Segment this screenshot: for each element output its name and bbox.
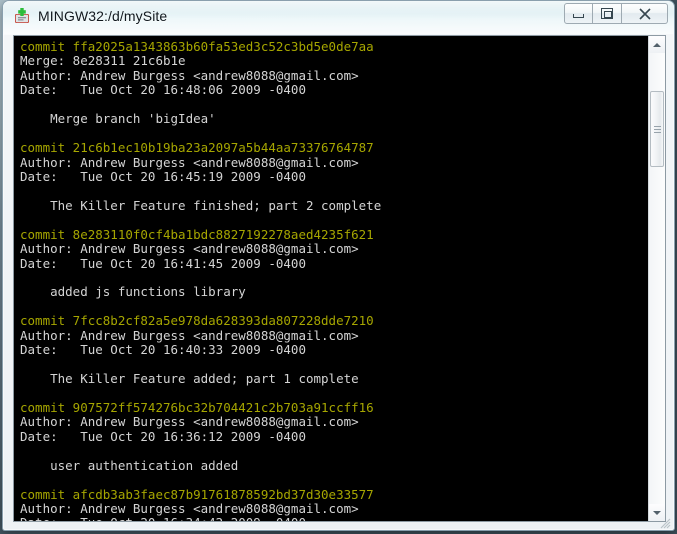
terminal-line: Merge: 8e28311 21c6b1e [20, 53, 186, 69]
scroll-thumb-grip [653, 124, 661, 135]
terminal-line: The Killer Feature added; part 1 complet… [20, 371, 359, 387]
scroll-thumb[interactable] [650, 91, 664, 167]
minimize-button[interactable] [564, 3, 593, 24]
window-frame: MINGW32:/d/mySite commit ffa2025a1343863… [2, 0, 675, 531]
terminal-line: Author: Andrew Burgess <andrew8088@gmail… [20, 67, 359, 83]
terminal-line: Date: Tue Oct 20 16:48:06 2009 -0400 [20, 82, 306, 98]
maximize-icon [593, 4, 621, 23]
terminal-line: Author: Andrew Burgess <andrew8088@gmail… [20, 154, 359, 170]
terminal-line: commit 907572ff574276bc32b704421c2b703a9… [20, 399, 374, 415]
terminal-line: commit afcdb3ab3faec87b91761878592bd37d3… [20, 486, 374, 502]
terminal-line: commit ffa2025a1343863b60fa53ed3c52c3bd5… [20, 39, 374, 54]
terminal-window: MINGW32:/d/mySite commit ffa2025a1343863… [0, 0, 677, 534]
terminal-line: Author: Andrew Burgess <andrew8088@gmail… [20, 414, 359, 430]
title-bar[interactable]: MINGW32:/d/mySite [3, 1, 674, 34]
git-bash-icon [12, 7, 32, 27]
resize-grip[interactable] [659, 516, 671, 529]
terminal-line: Author: Andrew Burgess <andrew8088@gmail… [20, 241, 359, 257]
terminal-line: user authentication added [20, 457, 239, 473]
close-button[interactable] [622, 3, 668, 24]
close-icon [622, 4, 667, 23]
terminal-line: commit 21c6b1ec10b19ba23a2097a5b44aa7337… [20, 140, 374, 156]
terminal-line: The Killer Feature finished; part 2 comp… [20, 197, 382, 213]
terminal-line: Merge branch 'bigIdea' [20, 111, 216, 127]
scroll-down-icon [653, 510, 661, 515]
maximize-button[interactable] [593, 3, 622, 24]
terminal-line: added js functions library [20, 284, 246, 300]
terminal-line: commit 7fcc8b2cf82a5e978da628393da807228… [20, 313, 374, 329]
terminal-line: Author: Andrew Burgess <andrew8088@gmail… [20, 501, 359, 516]
scroll-up-arrow[interactable] [649, 36, 665, 53]
window-title: MINGW32:/d/mySite [38, 8, 168, 24]
terminal-line: Date: Tue Oct 20 16:36:12 2009 -0400 [20, 428, 306, 444]
terminal-line: commit 8e283110f0cf4ba1bdc8827192278aed4… [20, 226, 374, 242]
terminal-output[interactable]: commit ffa2025a1343863b60fa53ed3c52c3bd5… [14, 36, 650, 521]
terminal-line: Date: Tue Oct 20 16:40:33 2009 -0400 [20, 342, 306, 358]
vertical-scrollbar[interactable] [648, 36, 665, 521]
terminal-line: Date: Tue Oct 20 16:45:19 2009 -0400 [20, 168, 306, 184]
terminal-line: Date: Tue Oct 20 16:41:45 2009 -0400 [20, 255, 306, 271]
terminal-line: Date: Tue Oct 20 16:34:42 2009 -0400 [20, 515, 650, 521]
console-container: commit ffa2025a1343863b60fa53ed3c52c3bd5… [13, 35, 666, 522]
scroll-up-icon [653, 42, 661, 47]
window-controls [564, 3, 668, 24]
minimize-icon [565, 4, 592, 23]
terminal-line: Author: Andrew Burgess <andrew8088@gmail… [20, 327, 359, 343]
